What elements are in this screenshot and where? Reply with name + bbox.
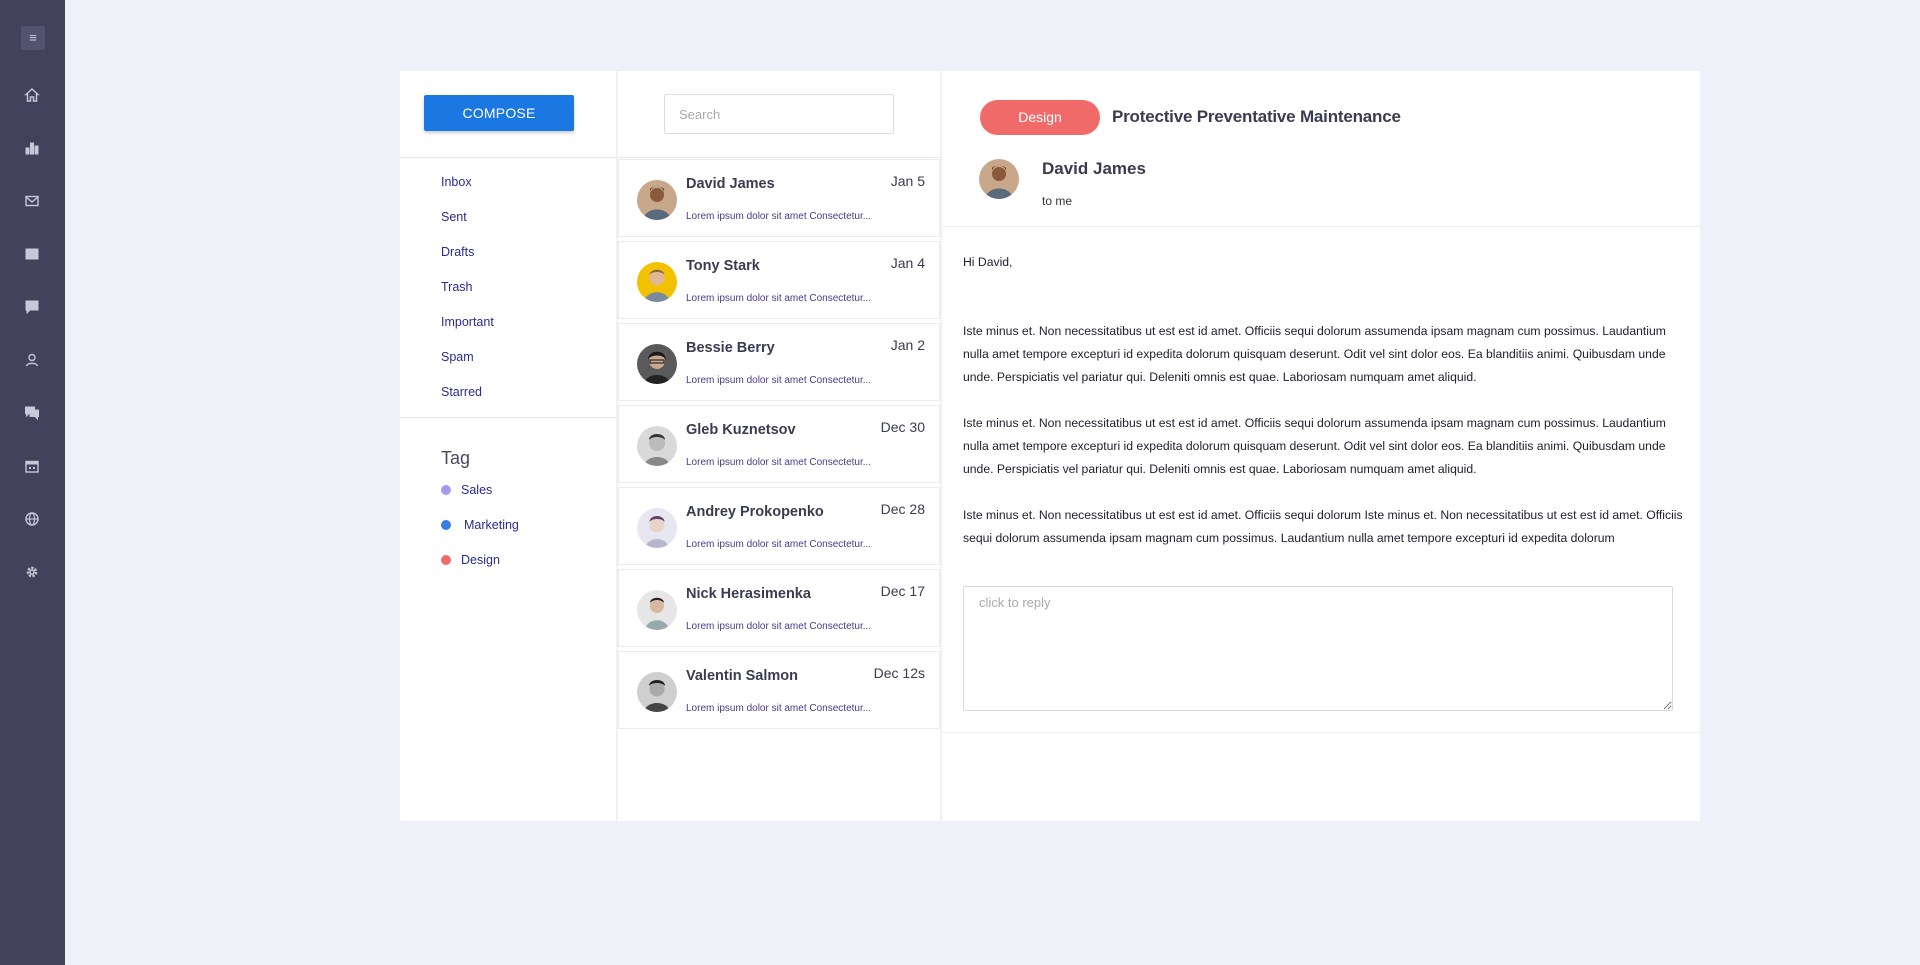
mail-sender: Nick Herasimenka <box>686 586 811 602</box>
folder-trash[interactable]: Trash <box>441 280 473 294</box>
mail-sender: Tony Stark <box>686 258 760 274</box>
tag-label: Design <box>461 553 500 567</box>
message-paragraph: Iste minus et. Non necessitatibus ut est… <box>963 508 1683 545</box>
calendar-icon[interactable] <box>22 456 42 476</box>
search-input[interactable] <box>664 94 894 134</box>
divider <box>618 157 940 158</box>
tag-dot <box>441 520 451 530</box>
folder-spam[interactable]: Spam <box>441 350 474 364</box>
user-icon[interactable] <box>22 350 42 370</box>
divider <box>400 417 616 418</box>
message-paragraph: Iste minus et. Non necessitatibus ut est… <box>963 324 1666 384</box>
tag-marketing[interactable]: Marketing <box>441 518 519 532</box>
folders-panel: COMPOSE Inbox Sent Drafts Trash Importan… <box>400 71 616 821</box>
avatar <box>637 180 677 220</box>
mail-sender: Valentin Salmon <box>686 668 798 684</box>
reading-pane: Design Protective Preventative Maintenan… <box>942 71 1700 821</box>
avatar <box>637 590 677 630</box>
mail-item[interactable]: Nick Herasimenka Dec 17 Lorem ipsum dolo… <box>618 569 940 647</box>
folder-inbox[interactable]: Inbox <box>441 175 472 189</box>
mail-snippet: Lorem ipsum dolor sit amet Consectetur..… <box>686 211 872 222</box>
tag-design[interactable]: Design <box>441 553 500 567</box>
tag-label: Sales <box>461 483 493 497</box>
mail-snippet: Lorem ipsum dolor sit amet Consectetur..… <box>686 621 872 632</box>
mail-item[interactable]: Andrey Prokopenko Dec 28 Lorem ipsum dol… <box>618 487 940 565</box>
gear-icon[interactable] <box>22 562 42 582</box>
app-sidebar: ≡ <box>0 0 65 965</box>
tag-dot <box>441 485 451 495</box>
mail-date: Dec 12s <box>873 665 925 681</box>
folder-drafts[interactable]: Drafts <box>441 245 474 259</box>
message-subject: Protective Preventative Maintenance <box>1112 107 1401 126</box>
divider <box>400 157 616 158</box>
mail-item[interactable]: Gleb Kuznetsov Dec 30 Lorem ipsum dolor … <box>618 405 940 483</box>
message-greeting: Hi David, <box>963 255 1013 269</box>
avatar <box>637 672 677 712</box>
avatar <box>637 508 677 548</box>
tag-badge[interactable]: Design <box>980 100 1100 135</box>
mail-date: Jan 4 <box>890 255 925 271</box>
divider <box>942 226 1700 227</box>
mail-snippet: Lorem ipsum dolor sit amet Consectetur..… <box>686 293 872 304</box>
avatar <box>979 159 1019 199</box>
reply-textarea[interactable] <box>963 586 1673 711</box>
tag-heading: Tag <box>441 448 471 468</box>
mail-date: Jan 2 <box>890 337 925 353</box>
mail-icon[interactable] <box>22 191 42 211</box>
message-icon[interactable] <box>22 297 42 317</box>
message-sender: David James <box>1042 159 1146 178</box>
mail-snippet: Lorem ipsum dolor sit amet Consectetur..… <box>686 703 872 714</box>
mail-list: David James Jan 5 Lorem ipsum dolor sit … <box>618 159 940 733</box>
menu-icon[interactable]: ≡ <box>21 26 45 50</box>
barcode-icon[interactable] <box>22 244 42 264</box>
mail-list-panel: David James Jan 5 Lorem ipsum dolor sit … <box>618 71 940 821</box>
compose-button[interactable]: COMPOSE <box>424 95 574 131</box>
avatar <box>637 426 677 466</box>
mail-item[interactable]: Tony Stark Jan 4 Lorem ipsum dolor sit a… <box>618 241 940 319</box>
folder-important[interactable]: Important <box>441 315 494 329</box>
mail-snippet: Lorem ipsum dolor sit amet Consectetur..… <box>686 457 872 468</box>
mail-sender: Bessie Berry <box>686 340 775 356</box>
avatar <box>637 262 677 302</box>
mail-item[interactable]: Bessie Berry Jan 2 Lorem ipsum dolor sit… <box>618 323 940 401</box>
mail-item[interactable]: Valentin Salmon Dec 12s Lorem ipsum dolo… <box>618 651 940 729</box>
mail-date: Dec 30 <box>880 419 925 435</box>
mail-item[interactable]: David James Jan 5 Lorem ipsum dolor sit … <box>618 159 940 237</box>
globe-icon[interactable] <box>22 509 42 529</box>
bar-chart-icon[interactable] <box>22 138 42 158</box>
divider <box>942 732 1700 733</box>
tag-label: Marketing <box>464 518 519 532</box>
folder-starred[interactable]: Starred <box>441 385 482 399</box>
mail-date: Jan 5 <box>890 173 925 189</box>
home-icon[interactable] <box>22 85 42 105</box>
chat-icon[interactable] <box>22 403 42 423</box>
message-paragraph: Iste minus et. Non necessitatibus ut est… <box>963 416 1666 476</box>
mail-date: Dec 28 <box>880 501 925 517</box>
tag-dot <box>441 555 451 565</box>
mail-snippet: Lorem ipsum dolor sit amet Consectetur..… <box>686 375 872 386</box>
mail-sender: Andrey Prokopenko <box>686 504 824 520</box>
mail-snippet: Lorem ipsum dolor sit amet Consectetur..… <box>686 539 872 550</box>
mail-date: Dec 17 <box>880 583 925 599</box>
mail-sender: Gleb Kuznetsov <box>686 422 796 438</box>
mail-sender: David James <box>686 176 775 192</box>
folder-sent[interactable]: Sent <box>441 210 467 224</box>
tag-sales[interactable]: Sales <box>441 483 492 497</box>
message-recipient: to me <box>1042 194 1073 208</box>
avatar <box>637 344 677 384</box>
